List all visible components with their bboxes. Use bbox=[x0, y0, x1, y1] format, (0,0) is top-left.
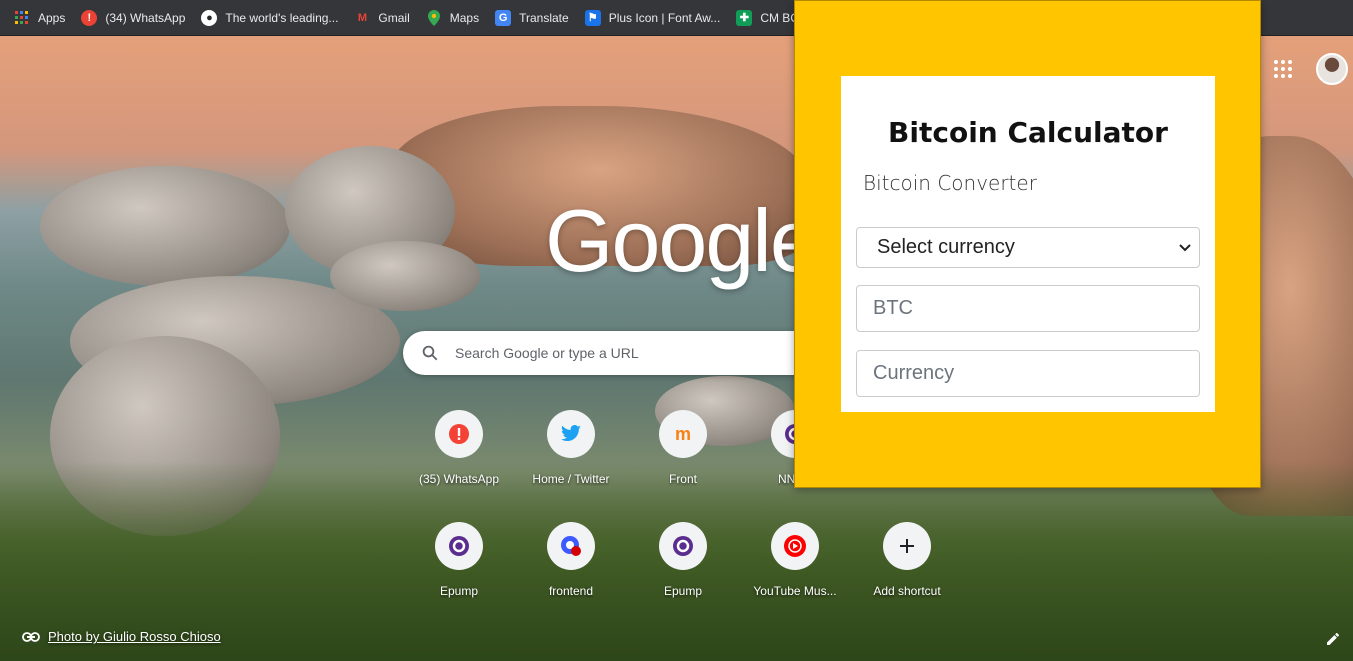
bookmark-label: Apps bbox=[38, 10, 66, 25]
bookmark-label: Plus Icon | Font Aw... bbox=[608, 10, 721, 25]
epump-icon bbox=[435, 522, 483, 570]
maps-icon bbox=[426, 9, 442, 26]
alert-icon bbox=[435, 410, 483, 458]
bookmark-github[interactable]: ● The world's leading... bbox=[201, 9, 339, 26]
shortcut-epump-2[interactable]: Epump bbox=[627, 522, 739, 598]
twitter-icon bbox=[547, 410, 595, 458]
calculator-title: Bitcoin Calculator bbox=[888, 116, 1168, 149]
background-rock bbox=[330, 241, 480, 311]
apps-grid-icon bbox=[14, 10, 30, 26]
shortcut-label: YouTube Mus... bbox=[753, 584, 837, 598]
currency-select[interactable]: Select currency bbox=[856, 227, 1200, 268]
moodle-icon: m bbox=[659, 410, 707, 458]
calculator-card: Bitcoin Calculator Bitcoin Converter Sel… bbox=[841, 76, 1215, 412]
converter-subtitle: Bitcoin Converter bbox=[863, 171, 1037, 195]
bookmark-label: Gmail bbox=[378, 10, 410, 25]
link-icon bbox=[22, 631, 40, 642]
translate-icon: G bbox=[495, 9, 512, 26]
chevron-down-icon bbox=[1179, 243, 1191, 251]
shortcut-epump[interactable]: Epump bbox=[403, 522, 515, 598]
alert-icon: ! bbox=[81, 9, 98, 26]
shortcut-label: Epump bbox=[439, 584, 479, 598]
cross-icon: ✚ bbox=[736, 9, 753, 26]
currency-input[interactable] bbox=[873, 362, 1199, 385]
shortcut-label: Add shortcut bbox=[873, 584, 941, 598]
shortcut-front[interactable]: m Front bbox=[627, 410, 739, 486]
gmail-icon: M bbox=[357, 11, 367, 24]
shortcut-twitter[interactable]: Home / Twitter bbox=[515, 410, 627, 486]
bookmark-apps[interactable]: Apps bbox=[14, 10, 65, 26]
photo-credit-link[interactable]: Photo by Giulio Rosso Chioso bbox=[22, 629, 221, 644]
avatar[interactable] bbox=[1316, 53, 1348, 85]
google-apps-icon[interactable] bbox=[1274, 60, 1292, 83]
shortcut-youtube-music[interactable]: YouTube Mus... bbox=[739, 522, 851, 598]
bookmark-label: (34) WhatsApp bbox=[105, 10, 186, 25]
shortcut-label: Front bbox=[668, 472, 697, 486]
youtube-music-icon bbox=[771, 522, 819, 570]
bookmark-gmail[interactable]: M Gmail bbox=[354, 10, 410, 26]
search-icon bbox=[422, 345, 438, 361]
frontend-icon bbox=[547, 522, 595, 570]
shortcut-add[interactable]: Add shortcut bbox=[851, 522, 963, 598]
btc-input[interactable] bbox=[873, 297, 1199, 320]
google-logo: Google bbox=[545, 191, 819, 290]
bookmark-maps[interactable]: Maps bbox=[426, 9, 480, 26]
bookmark-label: Translate bbox=[519, 10, 569, 25]
bookmark-font-awesome[interactable]: ⚑ Plus Icon | Font Aw... bbox=[584, 9, 721, 26]
bookmark-label: The world's leading... bbox=[225, 10, 339, 25]
pencil-icon[interactable] bbox=[1326, 632, 1340, 651]
flag-icon: ⚑ bbox=[584, 9, 601, 26]
shortcut-label: Home / Twitter bbox=[532, 472, 610, 486]
shortcut-label: (35) WhatsApp bbox=[418, 472, 500, 486]
github-icon: ● bbox=[201, 9, 218, 26]
currency-field[interactable] bbox=[856, 350, 1200, 397]
background-rock bbox=[40, 166, 290, 286]
btc-field[interactable] bbox=[856, 285, 1200, 332]
bitcoin-calculator-popup: Bitcoin Calculator Bitcoin Converter Sel… bbox=[794, 0, 1261, 488]
shortcut-label: Epump bbox=[663, 584, 703, 598]
bookmark-label: Maps bbox=[449, 10, 480, 25]
photo-credit-text: Photo by Giulio Rosso Chioso bbox=[48, 629, 221, 644]
shortcut-frontend[interactable]: frontend bbox=[515, 522, 627, 598]
shortcut-label: frontend bbox=[548, 584, 594, 598]
plus-icon bbox=[883, 522, 931, 570]
bookmark-whatsapp[interactable]: ! (34) WhatsApp bbox=[81, 9, 186, 26]
currency-select-value: Select currency bbox=[877, 236, 1015, 258]
epump-icon bbox=[659, 522, 707, 570]
bookmark-translate[interactable]: G Translate bbox=[495, 9, 569, 26]
shortcut-whatsapp[interactable]: (35) WhatsApp bbox=[403, 410, 515, 486]
